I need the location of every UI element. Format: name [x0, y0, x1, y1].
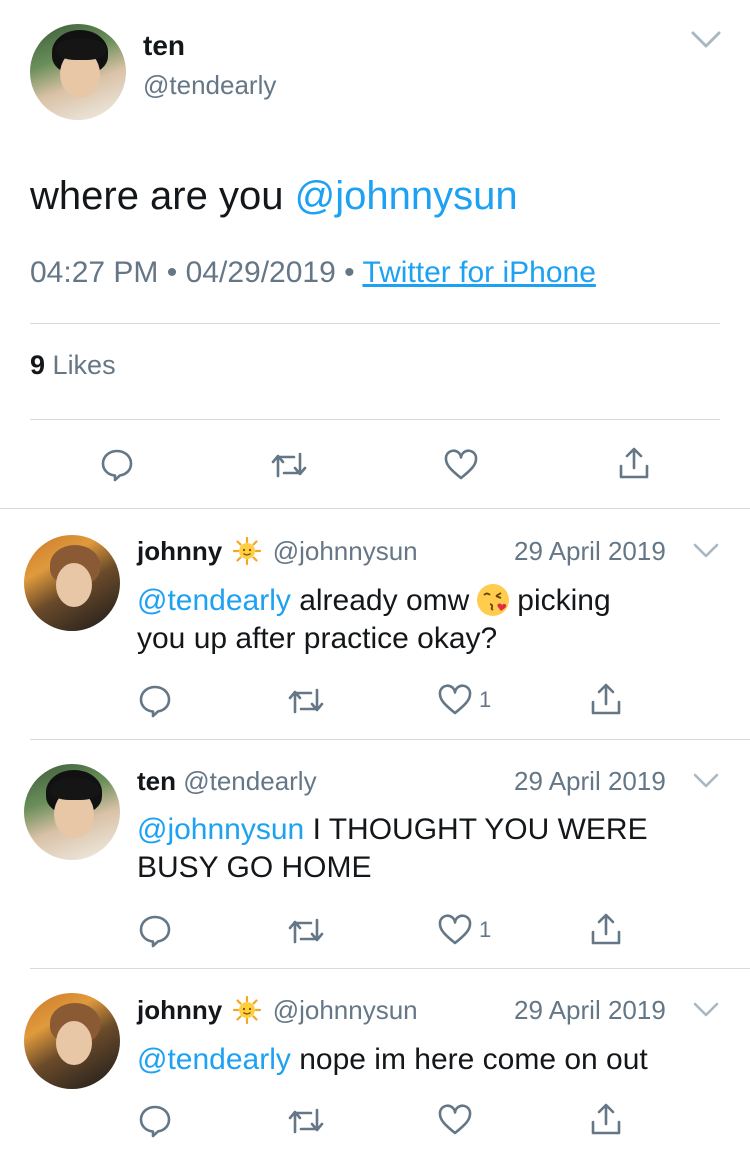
sun-emoji-icon: [233, 537, 262, 565]
reply-icon: [139, 685, 171, 718]
reply-text: @tendearly already omw picking you up aft…: [137, 582, 717, 658]
retweet-button[interactable]: [287, 916, 325, 946]
share-button[interactable]: [590, 1102, 622, 1136]
tweet-date: 04/29/2019: [185, 256, 336, 289]
reply-button[interactable]: [138, 1104, 172, 1138]
mention-link[interactable]: @tendearly: [137, 1043, 291, 1076]
likes-label: Likes: [52, 350, 116, 380]
kiss-emoji-icon: [477, 584, 510, 616]
chevron-down-icon[interactable]: [690, 30, 722, 50]
section-divider: [0, 508, 750, 509]
like-count: 1: [479, 687, 492, 712]
mention-link[interactable]: @johnnysun: [295, 174, 518, 218]
tweet-time: 04:27 PM: [30, 256, 159, 289]
tweet-source-link[interactable]: Twitter for iPhone: [362, 256, 595, 289]
divider: [30, 419, 720, 420]
retweet-button[interactable]: [287, 1106, 325, 1136]
likes-stat[interactable]: 9 Likes: [30, 350, 116, 381]
author-name[interactable]: johnny: [137, 995, 222, 1025]
author-name[interactable]: ten: [137, 766, 176, 796]
sun-emoji-icon: [233, 996, 262, 1024]
reply-text: @johnnysun I THOUGHT YOU WERE BUSY GO HO…: [137, 811, 717, 887]
share-button[interactable]: [590, 682, 622, 716]
likes-count: 9: [30, 350, 46, 380]
avatar[interactable]: [24, 535, 120, 631]
reply-text-line: you up after practice okay?: [137, 622, 498, 655]
reply-date[interactable]: 29 April 2019: [514, 536, 666, 567]
heart-icon: [438, 1104, 472, 1135]
reply-text-line: picking: [517, 584, 611, 617]
reply-header: johnny @johnnysun: [137, 995, 418, 1026]
share-button[interactable]: [618, 446, 650, 480]
reply-date[interactable]: 29 April 2019: [514, 766, 666, 797]
reply-button[interactable]: [138, 684, 172, 718]
retweet-button[interactable]: [270, 450, 308, 480]
avatar[interactable]: [24, 764, 120, 860]
reply-button[interactable]: [100, 448, 134, 482]
like-count: 1: [479, 917, 492, 942]
divider: [30, 739, 750, 740]
reply-icon: [139, 915, 171, 948]
reply-text: @tendearly nope im here come on out: [137, 1041, 717, 1079]
retweet-icon: [288, 1108, 324, 1134]
retweet-button[interactable]: [287, 686, 325, 716]
reply-header: ten @tendearly: [137, 766, 317, 797]
reply-icon: [101, 449, 133, 482]
reply-date[interactable]: 29 April 2019: [514, 995, 666, 1026]
retweet-icon: [288, 918, 324, 944]
reply-text-line: nope im here come on out: [290, 1043, 648, 1076]
meta-separator: •: [166, 256, 178, 289]
divider: [30, 968, 750, 969]
reply-text-line: I THOUGHT YOU WERE: [304, 813, 648, 846]
share-icon: [619, 447, 649, 479]
share-button[interactable]: [590, 912, 622, 946]
meta-separator: •: [344, 256, 355, 289]
avatar[interactable]: [24, 993, 120, 1089]
reply-header: johnny @johnnysun: [137, 536, 418, 567]
author-name[interactable]: ten: [143, 30, 185, 62]
author-handle[interactable]: @tendearly: [143, 70, 276, 101]
author-handle[interactable]: @johnnysun: [273, 536, 418, 566]
divider: [30, 323, 720, 324]
mention-link[interactable]: @johnnysun: [137, 813, 304, 846]
avatar[interactable]: [30, 24, 126, 120]
heart-icon: [438, 684, 472, 715]
chevron-down-icon[interactable]: [693, 1002, 719, 1018]
like-button[interactable]: [437, 1104, 473, 1136]
reply-icon: [139, 1105, 171, 1138]
tweet-text-body: where are you: [30, 174, 295, 218]
retweet-icon: [288, 688, 324, 714]
like-button[interactable]: 1: [437, 914, 491, 946]
tweet-meta: 04:27 PM • 04/29/2019 • Twitter for iPho…: [30, 256, 596, 290]
chevron-down-icon[interactable]: [693, 543, 719, 559]
chevron-down-icon[interactable]: [693, 773, 719, 789]
heart-icon: [438, 914, 472, 945]
share-icon: [591, 1103, 621, 1135]
reply-text-line: already omw: [290, 584, 470, 617]
heart-icon: [444, 449, 478, 480]
share-icon: [591, 913, 621, 945]
like-button[interactable]: [443, 449, 479, 481]
tweet-text: where are you @johnnysun: [30, 174, 518, 219]
reply-text-line: BUSY GO HOME: [137, 851, 372, 884]
author-handle[interactable]: @johnnysun: [273, 995, 418, 1025]
share-icon: [591, 683, 621, 715]
author-name[interactable]: johnny: [137, 536, 222, 566]
mention-link[interactable]: @tendearly: [137, 584, 291, 617]
retweet-icon: [271, 452, 307, 478]
like-button[interactable]: 1: [437, 684, 491, 716]
author-handle[interactable]: @tendearly: [183, 766, 316, 796]
reply-button[interactable]: [138, 914, 172, 948]
